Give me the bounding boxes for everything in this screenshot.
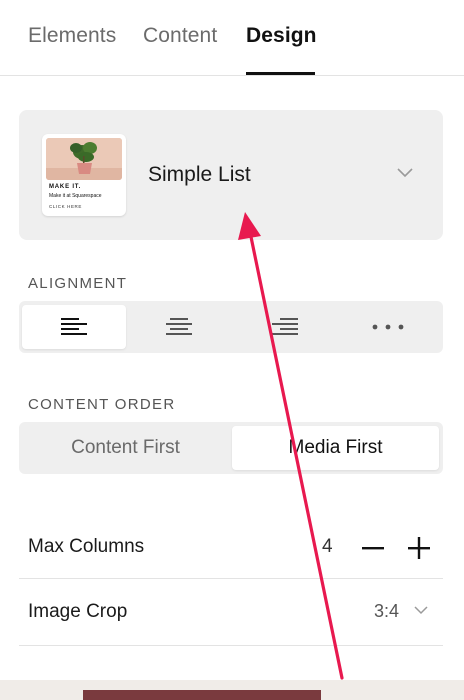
align-center-button[interactable] [127, 305, 231, 349]
align-left-icon [61, 318, 87, 335]
active-tab-indicator [246, 72, 315, 75]
plant-image [46, 138, 122, 180]
page-preview-block [83, 690, 321, 700]
thumbnail-cta: CLICK HERE [49, 204, 83, 209]
row-divider [19, 578, 443, 579]
chevron-down-icon [397, 168, 413, 178]
alignment-label: ALIGNMENT [28, 275, 128, 292]
chevron-down-icon[interactable] [414, 606, 428, 615]
plus-icon[interactable] [406, 535, 432, 561]
content-order-segmented-control: Content First Media First [19, 422, 443, 474]
max-columns-label: Max Columns [28, 536, 145, 557]
more-options-button[interactable] [336, 305, 440, 349]
layout-thumbnail: MAKE IT. Make it at Squarespace CLICK HE… [42, 134, 126, 216]
more-dots-icon [372, 324, 404, 330]
max-columns-value: 4 [322, 536, 333, 557]
align-left-button[interactable] [22, 305, 126, 349]
layout-name: Simple List [148, 163, 251, 186]
thumbnail-heading: MAKE IT. [49, 184, 82, 190]
align-right-icon [272, 318, 298, 335]
align-center-icon [166, 318, 192, 335]
row-divider [19, 645, 443, 646]
thumbnail-subtext: Make it at Squarespace [49, 193, 102, 199]
design-panel-tabs: Elements Content Design [0, 0, 464, 76]
layout-selector[interactable]: MAKE IT. Make it at Squarespace CLICK HE… [19, 110, 443, 240]
tab-design[interactable]: Design [246, 24, 317, 48]
image-crop-value[interactable]: 3:4 [374, 601, 399, 622]
media-first-button[interactable]: Media First [232, 426, 439, 470]
alignment-segmented-control [19, 301, 443, 353]
tab-content[interactable]: Content [143, 24, 217, 48]
align-right-button[interactable] [233, 305, 337, 349]
content-order-label: CONTENT ORDER [28, 396, 176, 413]
content-first-button[interactable]: Content First [22, 426, 229, 470]
minus-icon[interactable] [360, 535, 386, 561]
image-crop-label: Image Crop [28, 601, 128, 622]
tab-elements[interactable]: Elements [28, 24, 116, 48]
